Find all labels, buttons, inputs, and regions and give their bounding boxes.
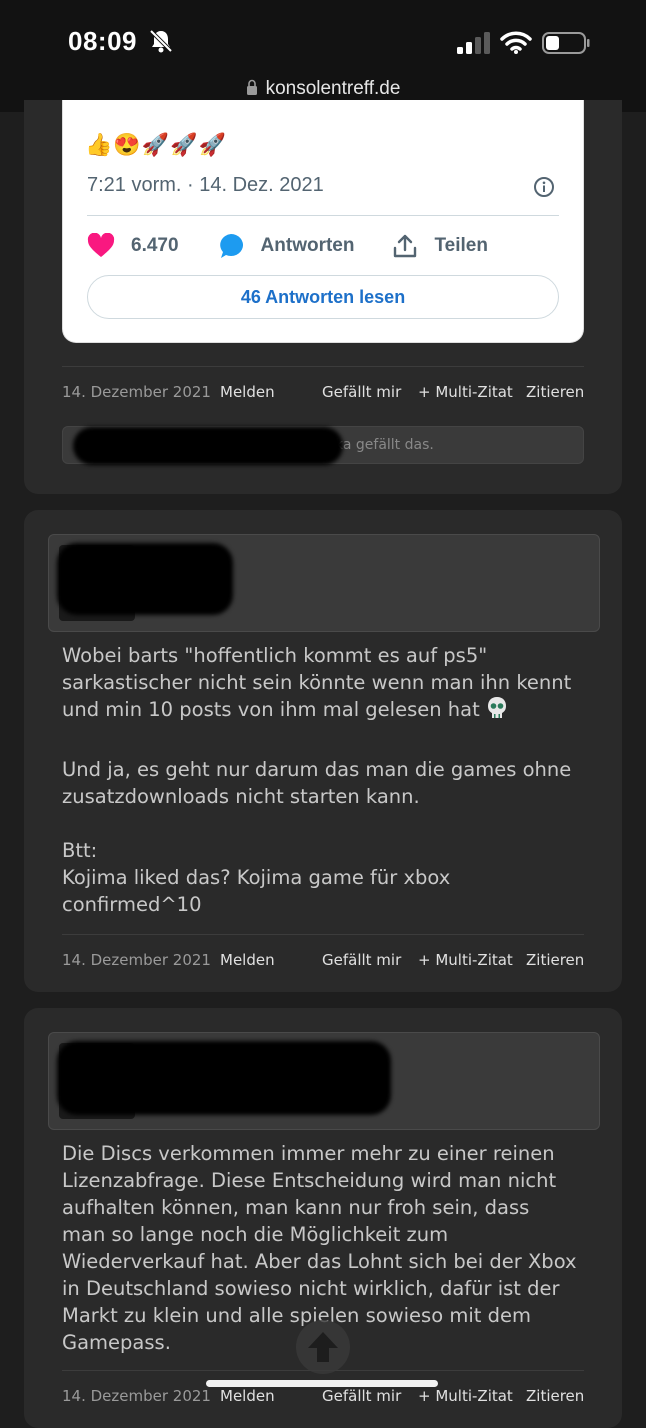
clock: 08:09 xyxy=(68,26,137,56)
heart-icon xyxy=(87,233,115,257)
tweet-timestamp[interactable]: 7:21 vorm. · 14. Dez. 2021 xyxy=(87,174,324,197)
reply-action[interactable]: Antworten xyxy=(217,232,355,260)
battery-icon xyxy=(542,32,590,54)
share-label: Teilen xyxy=(434,235,488,256)
home-indicator[interactable] xyxy=(206,1380,438,1387)
post-text-continued: Und ja, es geht nur darum das man die ga… xyxy=(62,758,572,916)
share-icon xyxy=(394,234,417,258)
like-action[interactable]: 6.470 xyxy=(87,233,179,259)
post-footer: 14. Dezember 2021 Melden Gefällt mir + M… xyxy=(62,366,584,401)
multi-quote-link[interactable]: + Multi-Zitat xyxy=(418,383,513,401)
divider xyxy=(87,215,559,216)
post-date[interactable]: 14. Dezember 2021 xyxy=(62,1387,211,1405)
like-link[interactable]: Gefällt mir xyxy=(322,383,401,401)
wifi-icon xyxy=(500,31,532,54)
multi-quote-link[interactable]: + Multi-Zitat xyxy=(418,1387,513,1405)
post-date[interactable]: 14. Dezember 2021 xyxy=(62,951,211,969)
liked-by-bar[interactable]: ka gefällt das. xyxy=(62,426,584,465)
quote-link[interactable]: Zitieren xyxy=(526,1387,584,1405)
like-count: 6.470 xyxy=(131,235,179,256)
tweet-actions: 6.470 Antworten Teilen xyxy=(87,228,559,264)
quote-link[interactable]: Zitieren xyxy=(526,383,584,401)
redacted-usernames xyxy=(73,427,343,465)
post-footer: 14. Dezember 2021 Melden Gefällt mir + M… xyxy=(62,934,584,969)
share-action[interactable]: Teilen xyxy=(392,233,488,259)
redacted-author xyxy=(57,543,233,615)
post-body: Wobei barts "hoffentlich kommt es auf ps… xyxy=(62,642,586,723)
speech-bubble-icon xyxy=(219,234,243,258)
status-bar: 08:09 konsolentreff.de xyxy=(0,0,646,112)
reply-label: Antworten xyxy=(260,235,355,256)
tweet-emojis: 👍😍🚀🚀🚀 xyxy=(85,132,227,157)
bell-muted-icon xyxy=(149,29,173,53)
redacted-author xyxy=(57,1041,391,1115)
embedded-tweet[interactable]: 👍😍🚀🚀🚀 7:21 vorm. · 14. Dez. 2021 6.470 A… xyxy=(62,100,584,343)
scroll-to-top-button[interactable] xyxy=(296,1320,350,1374)
post-date[interactable]: 14. Dezember 2021 xyxy=(62,383,211,401)
report-link[interactable]: Melden xyxy=(220,383,275,401)
skull-emoji-icon xyxy=(487,697,506,718)
report-link[interactable]: Melden xyxy=(220,951,275,969)
quote-link[interactable]: Zitieren xyxy=(526,951,584,969)
address-bar[interactable]: konsolentreff.de xyxy=(0,78,646,100)
report-link[interactable]: Melden xyxy=(220,1387,275,1405)
info-icon[interactable] xyxy=(533,176,555,198)
forum-post: 👍😍🚀🚀🚀 7:21 vorm. · 14. Dez. 2021 6.470 A… xyxy=(24,100,622,494)
like-link[interactable]: Gefällt mir xyxy=(322,951,401,969)
liked-by-text: ka gefällt das. xyxy=(335,437,434,453)
lock-icon xyxy=(246,79,257,95)
url-text: konsolentreff.de xyxy=(265,78,401,99)
author-box xyxy=(48,1032,600,1130)
arrow-up-icon xyxy=(308,1332,338,1362)
multi-quote-link[interactable]: + Multi-Zitat xyxy=(418,951,513,969)
like-link[interactable]: Gefällt mir xyxy=(322,1387,401,1405)
cellular-signal-icon xyxy=(457,32,490,54)
author-box xyxy=(48,534,600,632)
forum-post: Wobei barts "hoffentlich kommt es auf ps… xyxy=(24,510,622,992)
read-replies-button[interactable]: 46 Antworten lesen xyxy=(87,275,559,319)
